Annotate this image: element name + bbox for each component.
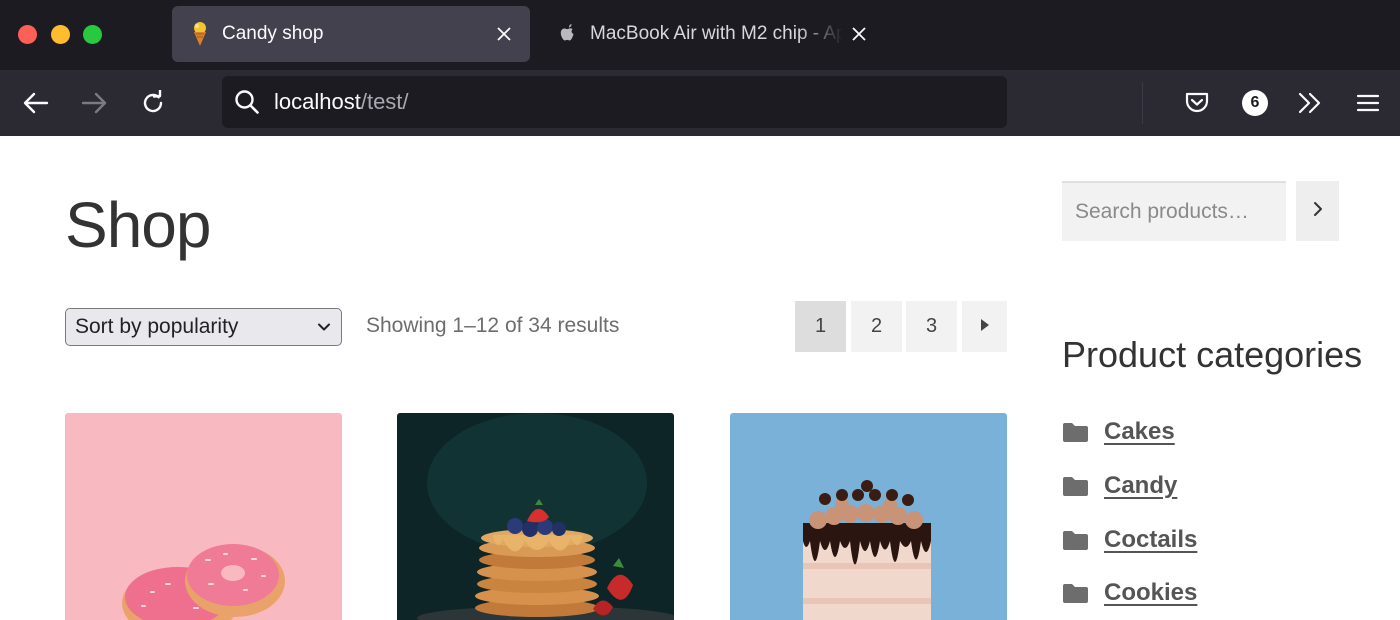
extension-count: 6 bbox=[1242, 90, 1268, 116]
tab-title: Candy shop bbox=[222, 23, 324, 44]
browser-titlebar: Candy shop MacBook Air with M2 chip - Ap… bbox=[0, 0, 1400, 70]
hamburger-menu-icon[interactable] bbox=[1352, 87, 1384, 119]
tab-title: MacBook Air with M2 chip - Apple bbox=[590, 23, 843, 44]
apple-logo-icon bbox=[558, 22, 578, 46]
page-title: Shop bbox=[65, 189, 211, 261]
category-item-candy: Candy bbox=[1062, 472, 1177, 500]
browser-toolbar: localhost/test/ 6 bbox=[0, 70, 1400, 136]
page-link-2[interactable]: 2 bbox=[851, 301, 902, 352]
search-icon bbox=[234, 89, 260, 115]
search-submit-button[interactable] bbox=[1296, 181, 1339, 241]
category-link-coctails[interactable]: Coctails bbox=[1104, 526, 1197, 554]
category-item-coctails: Coctails bbox=[1062, 526, 1197, 554]
page-link-1[interactable]: 1 bbox=[795, 301, 846, 352]
category-link-candy[interactable]: Candy bbox=[1104, 472, 1177, 500]
forward-arrow-icon[interactable] bbox=[78, 87, 110, 119]
chevron-right-icon bbox=[1312, 201, 1324, 222]
product-image-donuts[interactable] bbox=[65, 413, 342, 620]
url-text: localhost/test/ bbox=[274, 89, 409, 115]
category-item-cakes: Cakes bbox=[1062, 418, 1175, 446]
sort-select[interactable]: Sort by popularity bbox=[65, 308, 342, 346]
shop-page: Shop Sort by popularity Showing 1–12 of … bbox=[0, 136, 1400, 620]
search-placeholder: Search products… bbox=[1075, 200, 1249, 223]
folder-icon bbox=[1062, 421, 1089, 443]
pocket-icon[interactable] bbox=[1181, 87, 1213, 119]
tab-candy-shop[interactable]: Candy shop bbox=[172, 6, 530, 62]
url-host: localhost bbox=[274, 89, 361, 114]
next-page-button[interactable] bbox=[962, 301, 1007, 352]
overflow-chevrons-icon[interactable] bbox=[1294, 87, 1326, 119]
address-bar[interactable]: localhost/test/ bbox=[222, 76, 1007, 128]
toolbar-divider bbox=[1142, 82, 1143, 124]
extension-badge[interactable]: 6 bbox=[1239, 87, 1271, 119]
url-path: /test/ bbox=[360, 89, 409, 114]
category-link-cakes[interactable]: Cakes bbox=[1104, 418, 1175, 446]
triangle-right-icon bbox=[980, 315, 990, 338]
folder-icon bbox=[1062, 475, 1089, 497]
result-count: Showing 1–12 of 34 results bbox=[366, 314, 620, 337]
categories-heading: Product categories bbox=[1062, 334, 1363, 375]
product-search-input[interactable]: Search products… bbox=[1062, 181, 1286, 241]
close-tab-icon[interactable] bbox=[488, 18, 520, 50]
product-image-pancakes[interactable] bbox=[397, 413, 674, 620]
window-zoom-button[interactable] bbox=[83, 25, 102, 44]
back-arrow-icon[interactable] bbox=[20, 87, 52, 119]
tab-macbook-air[interactable]: MacBook Air with M2 chip - Apple bbox=[540, 6, 885, 62]
reload-icon[interactable] bbox=[137, 87, 169, 119]
ice-cream-icon bbox=[190, 22, 210, 46]
chevron-down-icon bbox=[316, 319, 332, 335]
window-minimize-button[interactable] bbox=[51, 25, 70, 44]
window-close-button[interactable] bbox=[18, 25, 37, 44]
category-item-cookies: Cookies bbox=[1062, 579, 1197, 607]
folder-icon bbox=[1062, 529, 1089, 551]
sort-selected-value: Sort by popularity bbox=[75, 315, 239, 338]
close-tab-icon[interactable] bbox=[843, 18, 875, 50]
product-image-chocolate-cake[interactable] bbox=[730, 413, 1007, 620]
category-link-cookies[interactable]: Cookies bbox=[1104, 579, 1197, 607]
page-link-3[interactable]: 3 bbox=[906, 301, 957, 352]
folder-icon bbox=[1062, 582, 1089, 604]
